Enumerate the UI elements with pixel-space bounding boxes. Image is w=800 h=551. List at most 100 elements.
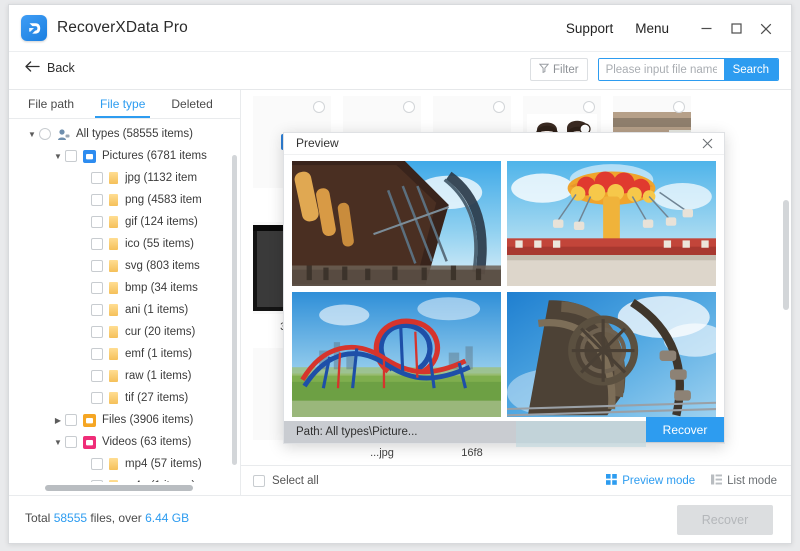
preview-image[interactable] <box>507 292 716 418</box>
extension-icon <box>109 348 118 360</box>
preview-image[interactable] <box>292 160 501 287</box>
total-prefix: Total <box>25 511 54 525</box>
tree-item-checkbox[interactable] <box>39 128 51 140</box>
filter-button[interactable]: Filter <box>530 58 588 81</box>
tree-item-checkbox[interactable] <box>91 392 103 404</box>
content-scrollbar-thumb[interactable] <box>783 200 789 310</box>
tree-item[interactable]: mp4 (57 items) <box>9 453 240 475</box>
sidebar-horizontal-scrollbar-thumb[interactable] <box>45 485 193 491</box>
extension-icon <box>109 458 118 470</box>
tab-deleted[interactable]: Deleted <box>158 90 225 118</box>
minimize-icon[interactable] <box>691 14 721 44</box>
tree-item[interactable]: m4a (1 items) <box>9 475 240 482</box>
tree-item-checkbox[interactable] <box>91 370 103 382</box>
chevron-right-icon[interactable]: ▶ <box>51 416 65 425</box>
chevron-down-icon[interactable]: ▼ <box>51 438 65 447</box>
back-button[interactable]: Back <box>25 61 75 75</box>
total-summary: Total 58555 files, over 6.44 GB <box>25 511 189 525</box>
thumbnail-checkbox[interactable] <box>583 101 595 113</box>
app-title: RecoverXData Pro <box>57 19 188 36</box>
tree-item-label: Files (3906 items) <box>102 414 194 426</box>
menu-button[interactable]: Menu <box>635 21 669 36</box>
preview-image-grid <box>292 160 716 418</box>
thumbnail-checkbox[interactable] <box>673 101 685 113</box>
chevron-down-icon[interactable]: ▼ <box>25 130 39 139</box>
recoverxdata-logo-icon <box>21 15 47 41</box>
tab-file-type[interactable]: File type <box>87 90 158 118</box>
preview-mode-button[interactable]: Preview mode <box>606 473 695 488</box>
thumbnail-checkbox[interactable] <box>493 101 505 113</box>
tab-file-path[interactable]: File path <box>15 90 87 118</box>
support-link[interactable]: Support <box>566 21 613 36</box>
back-label: Back <box>47 61 75 75</box>
footer-overlay <box>516 421 646 448</box>
tree-item-checkbox[interactable] <box>91 458 103 470</box>
preview-path-label: Path: <box>296 426 323 439</box>
tree-item-label: jpg (1132 item <box>125 172 198 184</box>
maximize-icon[interactable] <box>721 14 751 44</box>
pictures-icon <box>83 149 96 163</box>
extension-icon <box>109 172 118 184</box>
tree-item[interactable]: ico (55 items) <box>9 233 240 255</box>
extension-icon <box>109 392 118 404</box>
thumbnail-filename: 16f8 <box>461 447 483 459</box>
tree-item[interactable]: raw (1 items) <box>9 365 240 387</box>
arrow-left-icon <box>25 61 40 75</box>
thumbnail-filename: ...jpg <box>370 447 394 459</box>
file-browser: 103.jpgimg0...jpg16f8...jpg Select all P… <box>241 90 791 495</box>
tree-item-checkbox[interactable] <box>91 194 103 206</box>
tree-item[interactable]: ani (1 items) <box>9 299 240 321</box>
sidebar-horizontal-scrollbar[interactable] <box>9 482 240 495</box>
tree-item-label: ani (1 items) <box>125 304 189 316</box>
list-mode-button[interactable]: List mode <box>711 474 777 488</box>
tree-item-checkbox[interactable] <box>91 326 103 338</box>
tree-item[interactable]: bmp (34 items <box>9 277 240 299</box>
search-input[interactable] <box>598 59 724 80</box>
tree-item-checkbox[interactable] <box>91 348 103 360</box>
tree-item[interactable]: ▶ Files (3906 items) <box>9 409 240 431</box>
app-branding: RecoverXData Pro <box>21 15 188 41</box>
tree-item-checkbox[interactable] <box>65 414 77 426</box>
tree-item[interactable]: svg (803 items <box>9 255 240 277</box>
tree-item-checkbox[interactable] <box>65 150 77 162</box>
tree-item-checkbox[interactable] <box>65 436 77 448</box>
tree-item[interactable]: cur (20 items) <box>9 321 240 343</box>
filter-label: Filter <box>553 63 579 76</box>
tree-item[interactable]: jpg (1132 item <box>9 167 240 189</box>
tree-item[interactable]: tif (27 items) <box>9 387 240 409</box>
tree-item-label: Pictures (6781 items <box>102 150 207 162</box>
tree-item[interactable]: ▼ Videos (63 items) <box>9 431 240 453</box>
tree-item-checkbox[interactable] <box>91 282 103 294</box>
tree-item-checkbox[interactable] <box>91 216 103 228</box>
tree-item-label: raw (1 items) <box>125 370 192 382</box>
total-size: 6.44 GB <box>145 511 190 525</box>
search-button[interactable]: Search <box>723 59 778 80</box>
tree-item-label: bmp (34 items <box>125 282 198 294</box>
preview-image[interactable] <box>507 160 716 287</box>
tree-item[interactable]: emf (1 items) <box>9 343 240 365</box>
tree-item[interactable]: ▼ Pictures (6781 items <box>9 145 240 167</box>
tree-item-label: mp4 (57 items) <box>125 458 202 470</box>
list-mode-label: List mode <box>727 474 777 487</box>
preview-recover-button[interactable]: Recover <box>646 417 724 443</box>
tree-item-checkbox[interactable] <box>91 172 103 184</box>
close-icon[interactable] <box>751 14 781 44</box>
tree-item[interactable]: png (4583 item <box>9 189 240 211</box>
tree-item-checkbox[interactable] <box>91 260 103 272</box>
thumbnail-checkbox[interactable] <box>403 101 415 113</box>
select-all-checkbox[interactable]: Select all <box>253 474 319 487</box>
preview-dialog-body <box>284 155 724 422</box>
thumbnail-checkbox[interactable] <box>313 101 325 113</box>
sidebar-scrollbar-thumb[interactable] <box>232 155 237 465</box>
search-box: Search <box>597 58 779 81</box>
preview-image[interactable] <box>292 292 501 418</box>
tree-item-checkbox[interactable] <box>91 304 103 316</box>
close-icon[interactable] <box>698 134 716 152</box>
search-group: Filter Search <box>530 58 779 81</box>
chevron-down-icon[interactable]: ▼ <box>51 152 65 161</box>
tree-item[interactable]: gif (124 items) <box>9 211 240 233</box>
tree-item-checkbox[interactable] <box>91 238 103 250</box>
tree-item[interactable]: ▼ All types (58555 items) <box>9 123 240 145</box>
recover-button[interactable]: Recover <box>677 505 773 535</box>
extension-icon <box>109 304 118 316</box>
